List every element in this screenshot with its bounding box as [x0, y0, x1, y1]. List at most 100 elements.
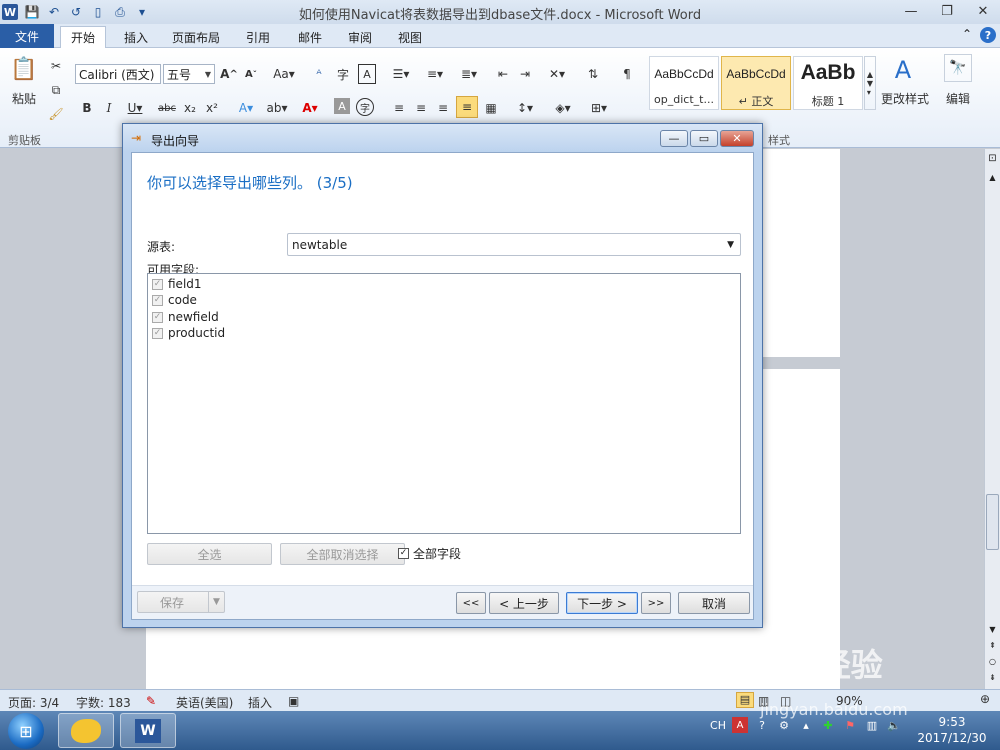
find-icon[interactable]: 🔭	[944, 54, 972, 82]
styles-scroll-icon[interactable]: ▲ ▼ ▾	[864, 56, 876, 110]
line-spacing-icon[interactable]: ↕▾	[512, 98, 538, 118]
taskbar-word-icon[interactable]: W	[120, 713, 176, 748]
char-shading-icon[interactable]: A	[334, 98, 350, 114]
tray-expand-icon[interactable]: ▴	[798, 717, 814, 733]
source-table-select[interactable]: newtable ▼	[287, 233, 741, 256]
scroll-up-icon[interactable]: ▲	[986, 173, 999, 183]
print-layout-icon[interactable]: ▤	[736, 692, 754, 708]
phonetic-guide-icon[interactable]: 字	[334, 64, 352, 84]
checkbox-icon[interactable]: ✓	[152, 278, 163, 290]
start-button[interactable]: ⊞	[8, 713, 44, 749]
dialog-close-button[interactable]: ✕	[720, 130, 754, 147]
show-marks-icon[interactable]: ¶	[618, 64, 636, 84]
edit-button[interactable]: 编辑	[940, 90, 976, 106]
highlight-icon[interactable]: ab▾	[264, 98, 290, 118]
save-dropdown-icon[interactable]: ▼	[208, 592, 224, 612]
tab-file[interactable]: 文件	[0, 24, 54, 48]
checkbox-icon[interactable]: ✓	[152, 327, 163, 339]
ruler-toggle-icon[interactable]: ⊡	[986, 153, 999, 167]
strikethrough-icon[interactable]: abc	[156, 98, 178, 118]
char-border-icon[interactable]: A	[358, 64, 376, 84]
scroll-thumb[interactable]	[986, 494, 999, 550]
language-indicator[interactable]: 英语(美国)	[176, 694, 233, 711]
available-fields-list[interactable]: ✓ field1 ✓ code ✓ newfield ✓ productid	[147, 273, 741, 534]
tab-page-layout[interactable]: 页面布局	[166, 26, 226, 48]
next-page-icon[interactable]: ⇟	[986, 673, 999, 685]
taskbar-navicat-icon[interactable]	[58, 713, 114, 748]
change-case-icon[interactable]: Aa▾	[272, 64, 296, 84]
change-styles-button[interactable]: 更改样式	[878, 90, 932, 106]
shrink-font-icon[interactable]: Aˇ	[242, 64, 260, 84]
align-left-icon[interactable]: ≡	[390, 98, 408, 118]
change-styles-icon[interactable]: A	[886, 56, 920, 84]
web-layout-icon[interactable]: ◫	[780, 694, 791, 708]
help-icon[interactable]: ?	[980, 27, 996, 43]
decrease-indent-icon[interactable]: ⇤	[494, 64, 512, 84]
network-icon[interactable]: ▥	[864, 717, 880, 733]
dialog-maximize-button[interactable]: ▭	[690, 130, 718, 147]
dialog-title-bar[interactable]: ⇥ 导出向导 — ▭ ✕	[123, 124, 762, 152]
font-size-combo[interactable]: 五号 ▼	[163, 64, 215, 84]
zoom-in-icon[interactable]: ⊕	[980, 692, 990, 706]
system-clock[interactable]: 9:53 2017/12/30	[912, 714, 992, 746]
ime-settings-icon[interactable]: ⚙	[776, 717, 792, 733]
tab-review[interactable]: 审阅	[340, 26, 380, 48]
format-painter-icon[interactable]: 🖌	[48, 106, 64, 122]
grow-font-icon[interactable]: A ^	[220, 64, 238, 84]
scroll-down-icon[interactable]: ▼	[986, 625, 999, 635]
tab-view[interactable]: 视图	[390, 26, 430, 48]
justify-icon[interactable]: ≡	[456, 96, 478, 118]
prev-page-icon[interactable]: ⇞	[986, 641, 999, 653]
macro-record-icon[interactable]: ▣	[288, 694, 299, 708]
paste-icon[interactable]: 📋	[10, 54, 38, 84]
insert-mode-indicator[interactable]: 插入	[248, 694, 272, 711]
align-center-icon[interactable]: ≡	[412, 98, 430, 118]
vertical-scrollbar[interactable]: ⊡ ▲ ▼ ⇞ ○ ⇟	[984, 149, 1000, 689]
italic-icon[interactable]: I	[100, 98, 118, 118]
security-icon[interactable]: ✚	[820, 717, 836, 733]
checkbox-checked-icon[interactable]: ✓	[398, 548, 409, 559]
align-right-icon[interactable]: ≡	[434, 98, 452, 118]
bold-icon[interactable]: B	[78, 98, 96, 118]
increase-indent-icon[interactable]: ⇥	[516, 64, 534, 84]
dialog-minimize-button[interactable]: —	[660, 130, 688, 147]
tab-mailings[interactable]: 邮件	[290, 26, 330, 48]
shading-icon[interactable]: ◈▾	[550, 98, 576, 118]
enclose-char-icon[interactable]: 字	[356, 98, 374, 116]
close-button[interactable]: ✕	[972, 2, 994, 20]
borders-icon[interactable]: ⊞▾	[586, 98, 612, 118]
checkbox-icon[interactable]: ✓	[152, 311, 163, 323]
restore-button[interactable]: ❐	[936, 2, 958, 20]
list-item[interactable]: ✓ field1	[152, 276, 202, 292]
font-name-combo[interactable]: Calibri (西文)	[75, 64, 161, 84]
tab-insert[interactable]: 插入	[116, 26, 156, 48]
distribute-icon[interactable]: ▦	[482, 98, 500, 118]
subscript-icon[interactable]: x₂	[182, 98, 198, 118]
zoom-level[interactable]: 90%	[836, 694, 863, 708]
style-op-dict[interactable]: AaBbCcDd op_dict_t...	[649, 56, 719, 110]
text-effects-icon[interactable]: A▾	[234, 98, 258, 118]
proofing-icon[interactable]: ✎	[146, 694, 156, 708]
select-all-button[interactable]: 全选	[147, 543, 272, 565]
style-normal[interactable]: AaBbCcDd ↵ 正文	[721, 56, 791, 110]
action-center-icon[interactable]: ⚑	[842, 717, 858, 733]
cut-icon[interactable]: ✂	[48, 58, 64, 74]
word-count[interactable]: 字数: 183	[76, 694, 131, 711]
underline-icon[interactable]: U▾	[122, 98, 148, 118]
next-step-button[interactable]: 下一步 >	[566, 592, 638, 614]
copy-icon[interactable]: ⧉	[48, 82, 64, 98]
volume-icon[interactable]: 🔈	[886, 717, 902, 733]
full-screen-reading-icon[interactable]: ▥	[758, 694, 769, 708]
sort-icon[interactable]: ⇅	[584, 64, 602, 84]
cancel-button[interactable]: 取消	[678, 592, 750, 614]
ime-mode-icon[interactable]: A	[732, 717, 748, 733]
save-button[interactable]: 保存 ▼	[137, 591, 225, 613]
list-item[interactable]: ✓ code	[152, 292, 197, 308]
font-color-icon[interactable]: A▾	[298, 98, 322, 118]
list-item[interactable]: ✓ newfield	[152, 309, 219, 325]
last-step-button[interactable]: >>	[641, 592, 671, 614]
multilevel-list-icon[interactable]: ≣▾	[456, 64, 482, 84]
clear-format-icon[interactable]: ᴬ	[310, 64, 328, 84]
superscript-icon[interactable]: x²	[204, 98, 220, 118]
ime-language[interactable]: CH	[710, 717, 726, 733]
